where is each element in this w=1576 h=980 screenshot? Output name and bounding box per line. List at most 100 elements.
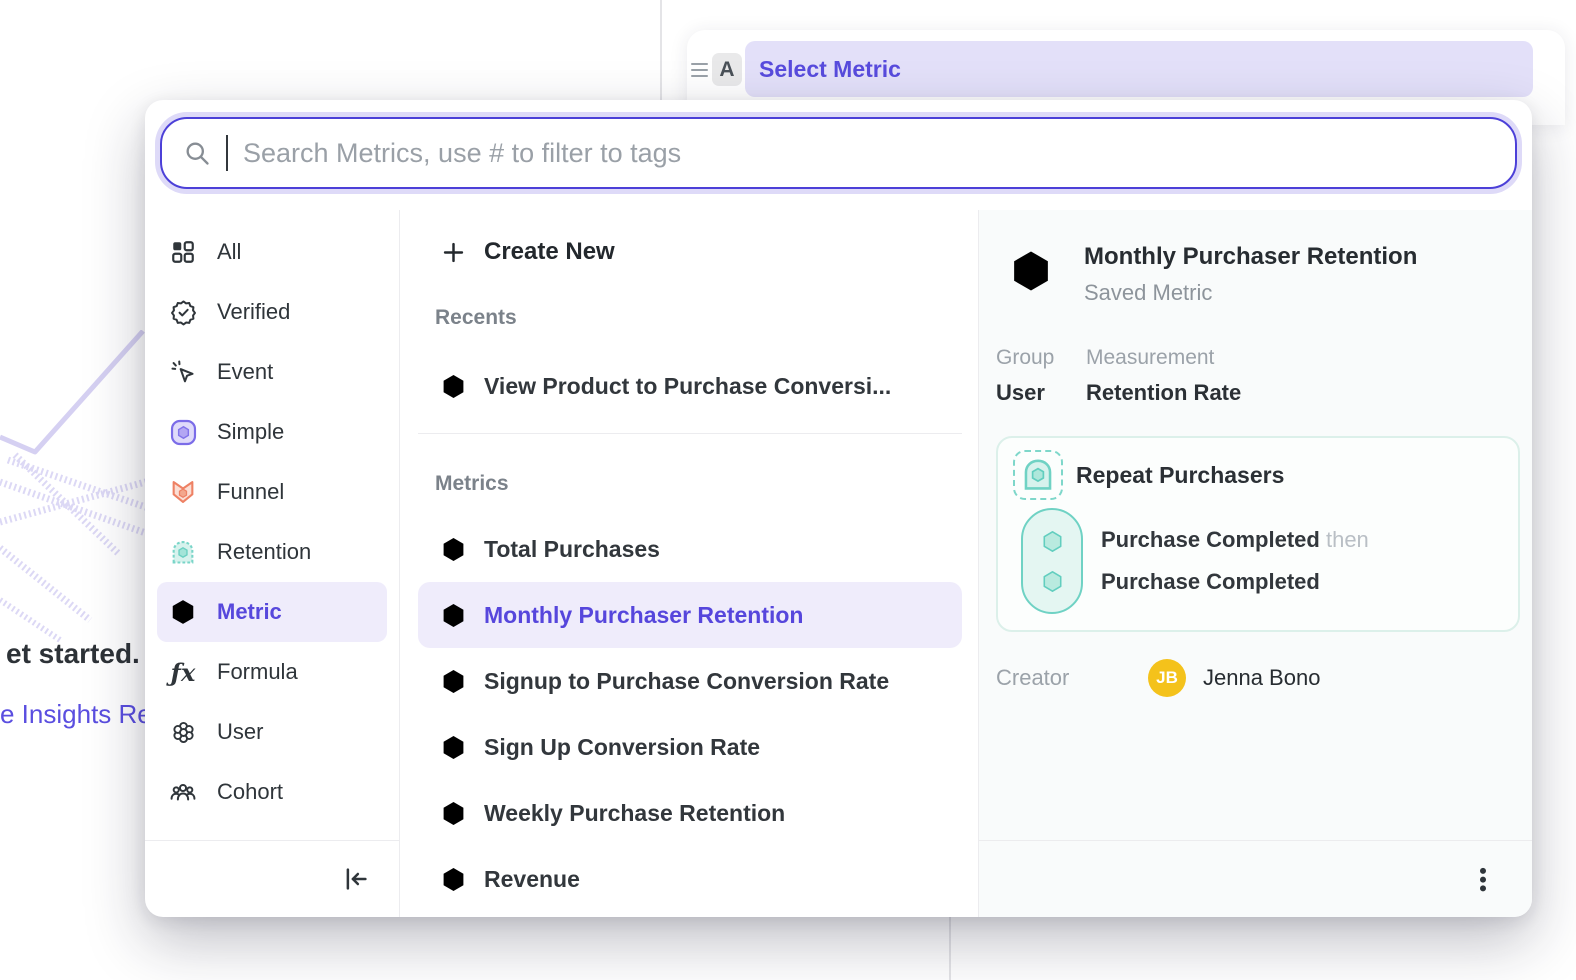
- step-hexagon-icon: [1039, 528, 1066, 555]
- simple-hexagon-icon: [168, 417, 198, 447]
- collapse-left-icon[interactable]: [341, 864, 371, 894]
- list-item[interactable]: Total Purchases: [418, 516, 962, 582]
- funnel-metric-hexagon-icon: [440, 734, 467, 761]
- step-connector: then: [1326, 527, 1369, 552]
- list-item-label: Weekly Purchase Retention: [484, 800, 785, 827]
- creator-label: Creator: [996, 665, 1148, 691]
- sidebar-item-label: Cohort: [217, 779, 283, 805]
- sidebar-footer: [145, 840, 399, 917]
- grid-icon: [168, 237, 198, 267]
- details-subtitle: Saved Metric: [1084, 280, 1417, 306]
- list-item-selected[interactable]: Monthly Purchaser Retention: [418, 582, 962, 648]
- list-item[interactable]: Sign Up Conversion Rate: [418, 714, 962, 780]
- list-item-label: Monthly Purchaser Retention: [484, 602, 803, 629]
- list-item[interactable]: Weekly Purchase Retention: [418, 780, 962, 846]
- details-meta: Group User Measurement Retention Rate: [996, 346, 1520, 406]
- retention-metric-hexagon-icon: [440, 602, 467, 629]
- event-metric-hexagon-icon: [440, 866, 467, 893]
- sidebar-item-label: Verified: [217, 299, 290, 325]
- group-value: User: [996, 380, 1086, 406]
- list-item[interactable]: Signup to Purchase Conversion Rate: [418, 648, 962, 714]
- sidebar-item-verified[interactable]: Verified: [157, 282, 387, 342]
- background-get-started-text: et started.: [6, 638, 140, 670]
- list-item[interactable]: View Product to Purchase Conversi...: [418, 353, 962, 419]
- step-hexagon-icon: [1039, 568, 1066, 595]
- overflow-menu-icon[interactable]: [1468, 864, 1498, 894]
- plus-icon: [440, 239, 467, 266]
- creator-row: Creator JB Jenna Bono: [996, 659, 1520, 697]
- sidebar-item-label: Event: [217, 359, 273, 385]
- recents-section-title: Recents: [435, 300, 962, 336]
- sidebar-item-formula[interactable]: ƒx Formula: [157, 642, 387, 702]
- group-label: Group: [996, 346, 1086, 370]
- sidebar-item-retention[interactable]: Retention: [157, 522, 387, 582]
- retention-metric-hexagon-icon: [440, 800, 467, 827]
- event-metric-hexagon-icon: [440, 536, 467, 563]
- retention-hexagon-icon: [168, 537, 198, 567]
- funnel-metric-hexagon-icon: [440, 668, 467, 695]
- list-item-label: Revenue: [484, 866, 580, 893]
- creator-avatar: JB: [1148, 659, 1186, 697]
- search-field[interactable]: [160, 117, 1517, 189]
- measurement-value: Retention Rate: [1086, 380, 1241, 406]
- background-chart-lines-illustration: [0, 330, 160, 660]
- cohort-definition-card: Repeat Purchasers Purchase Completed the…: [996, 436, 1520, 632]
- sidebar-item-label: Retention: [217, 539, 311, 565]
- category-sidebar: All Verified E: [145, 210, 400, 917]
- list-item-label: View Product to Purchase Conversi...: [484, 373, 891, 400]
- creator-name: Jenna Bono: [1203, 665, 1320, 691]
- sequence-capsule: [1021, 508, 1083, 614]
- create-new-button[interactable]: Create New: [418, 224, 962, 280]
- metrics-section-title: Metrics: [435, 466, 962, 502]
- sidebar-item-simple[interactable]: Simple: [157, 402, 387, 462]
- sidebar-item-label: All: [217, 239, 241, 265]
- funnel-hexagon-icon: [168, 477, 198, 507]
- cohort-icon: [1013, 450, 1063, 500]
- sidebar-item-all[interactable]: All: [157, 222, 387, 282]
- step-1-event: Purchase Completed: [1101, 527, 1320, 552]
- retention-metric-hexagon-icon: [1008, 248, 1054, 294]
- list-item-label: Signup to Purchase Conversion Rate: [484, 668, 889, 695]
- sidebar-item-user[interactable]: User: [157, 702, 387, 762]
- background-panel-divider: [949, 917, 951, 980]
- metric-hexagon-icon: [168, 597, 198, 627]
- verified-badge-icon: [168, 297, 198, 327]
- cohort-people-icon: [168, 777, 198, 807]
- metric-details-panel: Monthly Purchaser Retention Saved Metric…: [978, 210, 1532, 917]
- background-panel-divider: [660, 0, 662, 100]
- measurement-label: Measurement: [1086, 346, 1241, 370]
- create-new-label: Create New: [484, 238, 615, 266]
- sidebar-item-event[interactable]: Event: [157, 342, 387, 402]
- details-footer: [979, 840, 1532, 917]
- background-insights-report-link[interactable]: e Insights Re: [0, 699, 152, 730]
- sidebar-item-label: Simple: [217, 419, 284, 445]
- list-item-label: Total Purchases: [484, 536, 660, 563]
- metric-selector-modal: All Verified E: [145, 100, 1532, 917]
- cohort-name: Repeat Purchasers: [1076, 462, 1284, 489]
- text-cursor: [226, 135, 228, 171]
- select-metric-pill[interactable]: Select Metric: [745, 41, 1533, 97]
- metric-list-panel: Create New Recents View Product to Purch…: [400, 210, 978, 917]
- user-flower-icon: [168, 717, 198, 747]
- sidebar-item-metric[interactable]: Metric: [157, 582, 387, 642]
- list-item-label: Sign Up Conversion Rate: [484, 734, 760, 761]
- select-metric-label: Select Metric: [759, 56, 901, 83]
- sidebar-item-funnel[interactable]: Funnel: [157, 462, 387, 522]
- sidebar-item-label: User: [217, 719, 263, 745]
- search-icon: [183, 139, 211, 167]
- details-title: Monthly Purchaser Retention: [1084, 236, 1417, 271]
- step-2-event: Purchase Completed: [1101, 569, 1320, 594]
- sidebar-item-cohort[interactable]: Cohort: [157, 762, 387, 822]
- list-item[interactable]: Revenue: [418, 846, 962, 912]
- search-focus-ring: [155, 112, 1522, 194]
- section-divider: [418, 433, 962, 434]
- drag-handle-icon[interactable]: [689, 57, 711, 83]
- sidebar-item-label: Funnel: [217, 479, 284, 505]
- funnel-metric-hexagon-icon: [440, 373, 467, 400]
- sidebar-item-label: Formula: [217, 659, 298, 685]
- event-cursor-icon: [168, 357, 198, 387]
- metric-block-letter-badge: A: [712, 53, 742, 86]
- search-input[interactable]: [243, 138, 1494, 169]
- formula-fx-icon: ƒx: [168, 657, 198, 687]
- sidebar-item-label: Metric: [217, 599, 282, 625]
